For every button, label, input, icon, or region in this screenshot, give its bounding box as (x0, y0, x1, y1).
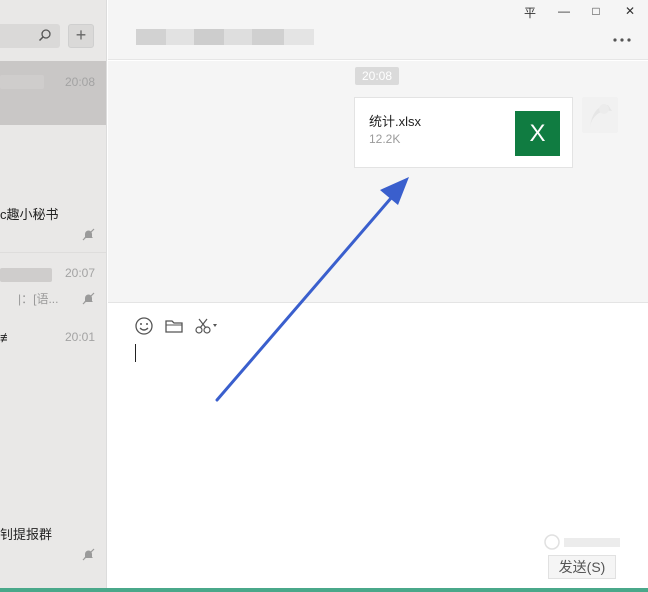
search-icon[interactable] (38, 28, 52, 42)
chat-time: 20:08 (64, 75, 95, 89)
watermark-logo (544, 534, 624, 553)
search-input[interactable] (0, 24, 60, 48)
chat-item[interactable]: 20:07 |：[语... (0, 254, 106, 320)
maximize-button[interactable]: □ (586, 4, 606, 18)
more-options-icon[interactable] (612, 37, 632, 43)
close-button[interactable]: ✕ (620, 4, 640, 18)
chat-title: ≢ (0, 330, 13, 345)
emoji-icon[interactable] (134, 316, 154, 336)
add-chat-button[interactable]: + (68, 24, 94, 48)
minimize-button[interactable]: — (554, 4, 574, 18)
chat-list-panel: + 20:08 c趣小秘书 20:07 |：[语... ≢ 20:01 钊提报群 (0, 0, 107, 592)
chat-item[interactable]: ≢ 20:01 (0, 322, 106, 382)
message-area: 20:08 统计.xlsx 12.2K X (108, 61, 648, 303)
chat-item[interactable]: 钊提报群 (0, 512, 106, 578)
scissors-icon[interactable] (194, 316, 220, 336)
blurred-name (0, 268, 52, 282)
chat-time: 20:01 (64, 330, 95, 344)
mute-bell-icon (82, 228, 95, 241)
chat-preview: |：[语... (18, 292, 59, 306)
file-size: 12.2K (369, 132, 401, 146)
message-input[interactable] (108, 340, 648, 550)
avatar-image (590, 104, 612, 127)
folder-icon[interactable] (164, 316, 184, 336)
composer-toolbar (108, 304, 648, 340)
chat-time: 20:07 (64, 266, 95, 280)
message-timestamp: 20:08 (355, 67, 399, 85)
mute-bell-icon (82, 292, 95, 305)
text-caret (135, 344, 136, 362)
blurred-chat-title (136, 29, 314, 45)
file-message[interactable]: 统计.xlsx 12.2K X (354, 97, 573, 168)
window-bottom-edge (0, 588, 648, 592)
divider (0, 252, 106, 253)
pin-window-button[interactable]: 平 (520, 4, 540, 21)
chat-item[interactable]: c趣小秘书 (0, 190, 106, 250)
avatar[interactable] (582, 97, 618, 133)
chat-item[interactable]: 20:08 (0, 61, 106, 125)
blurred-name (0, 75, 44, 89)
send-button[interactable]: 发送(S) (548, 555, 616, 579)
chat-title: c趣小秘书 (0, 207, 59, 222)
chat-title: 钊提报群 (0, 527, 53, 542)
chat-header: 平 — □ ✕ (108, 0, 648, 60)
mute-bell-icon (82, 548, 95, 561)
file-name: 统计.xlsx (369, 114, 422, 129)
excel-file-icon: X (515, 111, 560, 156)
